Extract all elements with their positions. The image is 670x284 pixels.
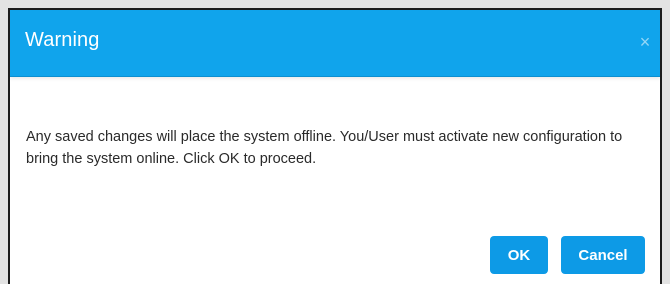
background-frame: Warning × Any saved changes will place t… [0,0,670,284]
ok-button[interactable]: OK [490,236,548,274]
dialog-title: Warning [25,29,100,51]
warning-dialog: Warning × Any saved changes will place t… [8,8,662,284]
cancel-button[interactable]: Cancel [561,236,645,274]
close-icon[interactable]: × [634,31,656,53]
dialog-header: Warning × [10,10,660,77]
warning-message: Any saved changes will place the system … [26,129,623,167]
